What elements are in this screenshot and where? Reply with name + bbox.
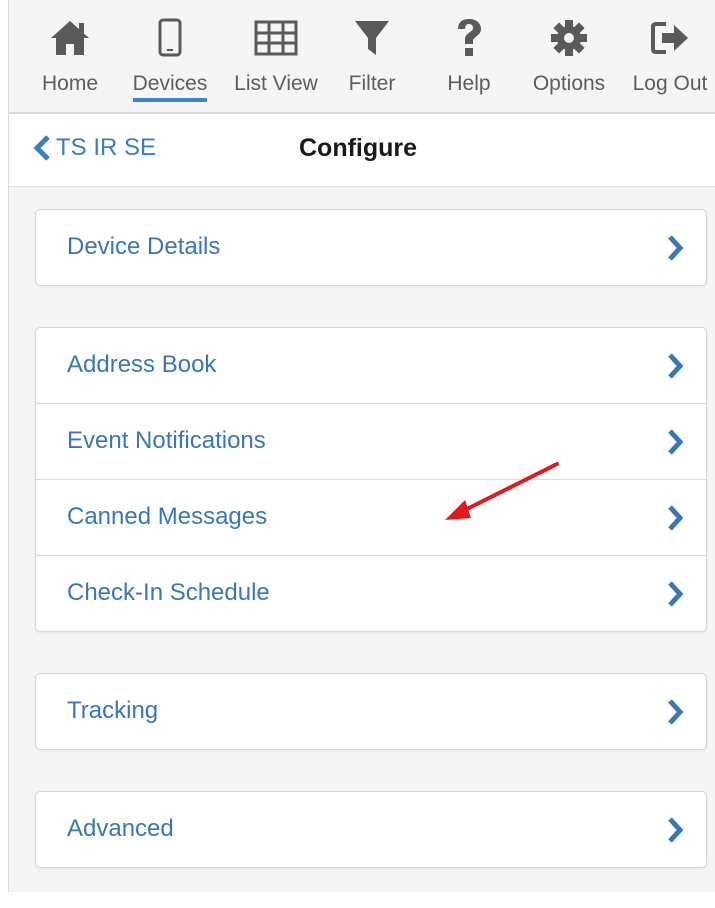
back-button[interactable]: TS IR SE [33,134,156,162]
menu-row-address-book[interactable]: Address Book [36,328,706,403]
toolbar-options-label: Options [532,72,606,95]
logout-icon [650,10,690,66]
menu-row-event-notifications[interactable]: Event Notifications [36,403,706,479]
chevron-right-icon [668,353,684,379]
chevron-right-icon [668,817,684,843]
chevron-right-icon [668,699,684,725]
toolbar-home-button[interactable]: Home [33,10,107,110]
chevron-right-icon [668,429,684,455]
toolbar-home-label: Home [41,72,99,95]
app-window: Home Devices List View Filter Help Optio… [8,0,715,892]
toolbar-filter-label: Filter [348,72,396,95]
menu-row-label: Tracking [67,697,159,724]
settings-group-device: Device Details [35,209,707,286]
toolbar-list-view-label: List View [234,72,318,95]
menu-row-tracking[interactable]: Tracking [36,674,706,749]
settings-group-messaging: Address Book Event Notifications Canned … [35,327,707,632]
back-label: TS IR SE [56,134,157,161]
filter-icon [352,10,392,66]
menu-row-advanced[interactable]: Advanced [36,792,706,867]
menu-row-label: Device Details [67,233,221,260]
menu-row-label: Event Notifications [67,427,266,454]
phone-icon [158,10,182,66]
toolbar-logout-label: Log Out [632,72,708,95]
question-icon [454,10,484,66]
chevron-right-icon [668,581,684,607]
toolbar-filter-button[interactable]: Filter [335,10,409,110]
top-toolbar: Home Devices List View Filter Help Optio… [9,0,715,114]
chevron-right-icon [668,235,684,261]
menu-row-label: Check-In Schedule [67,579,270,606]
menu-row-canned-messages[interactable]: Canned Messages [36,479,706,555]
grid-icon [254,10,298,66]
home-icon [48,10,92,66]
page-header: TS IR SE Configure [9,114,715,187]
chevron-left-icon [33,135,50,161]
menu-row-device-details[interactable]: Device Details [36,210,706,285]
toolbar-options-button[interactable]: Options [523,10,615,110]
menu-row-check-in-schedule[interactable]: Check-In Schedule [36,555,706,631]
annotation-arrow-icon [445,462,559,520]
menu-row-label: Advanced [67,815,174,842]
toolbar-devices-label: Devices [132,72,208,102]
toolbar-devices-button[interactable]: Devices [125,10,215,110]
page-title: Configure [299,134,418,162]
settings-group-advanced: Advanced [35,791,707,868]
menu-row-label: Canned Messages [67,503,268,530]
gear-icon [549,10,589,66]
menu-row-label: Address Book [67,351,217,378]
toolbar-list-view-button[interactable]: List View [227,10,325,110]
chevron-right-icon [668,505,684,531]
toolbar-help-button[interactable]: Help [437,10,501,110]
settings-group-tracking: Tracking [35,673,707,750]
toolbar-help-label: Help [447,72,491,95]
toolbar-logout-button[interactable]: Log Out [625,10,715,110]
